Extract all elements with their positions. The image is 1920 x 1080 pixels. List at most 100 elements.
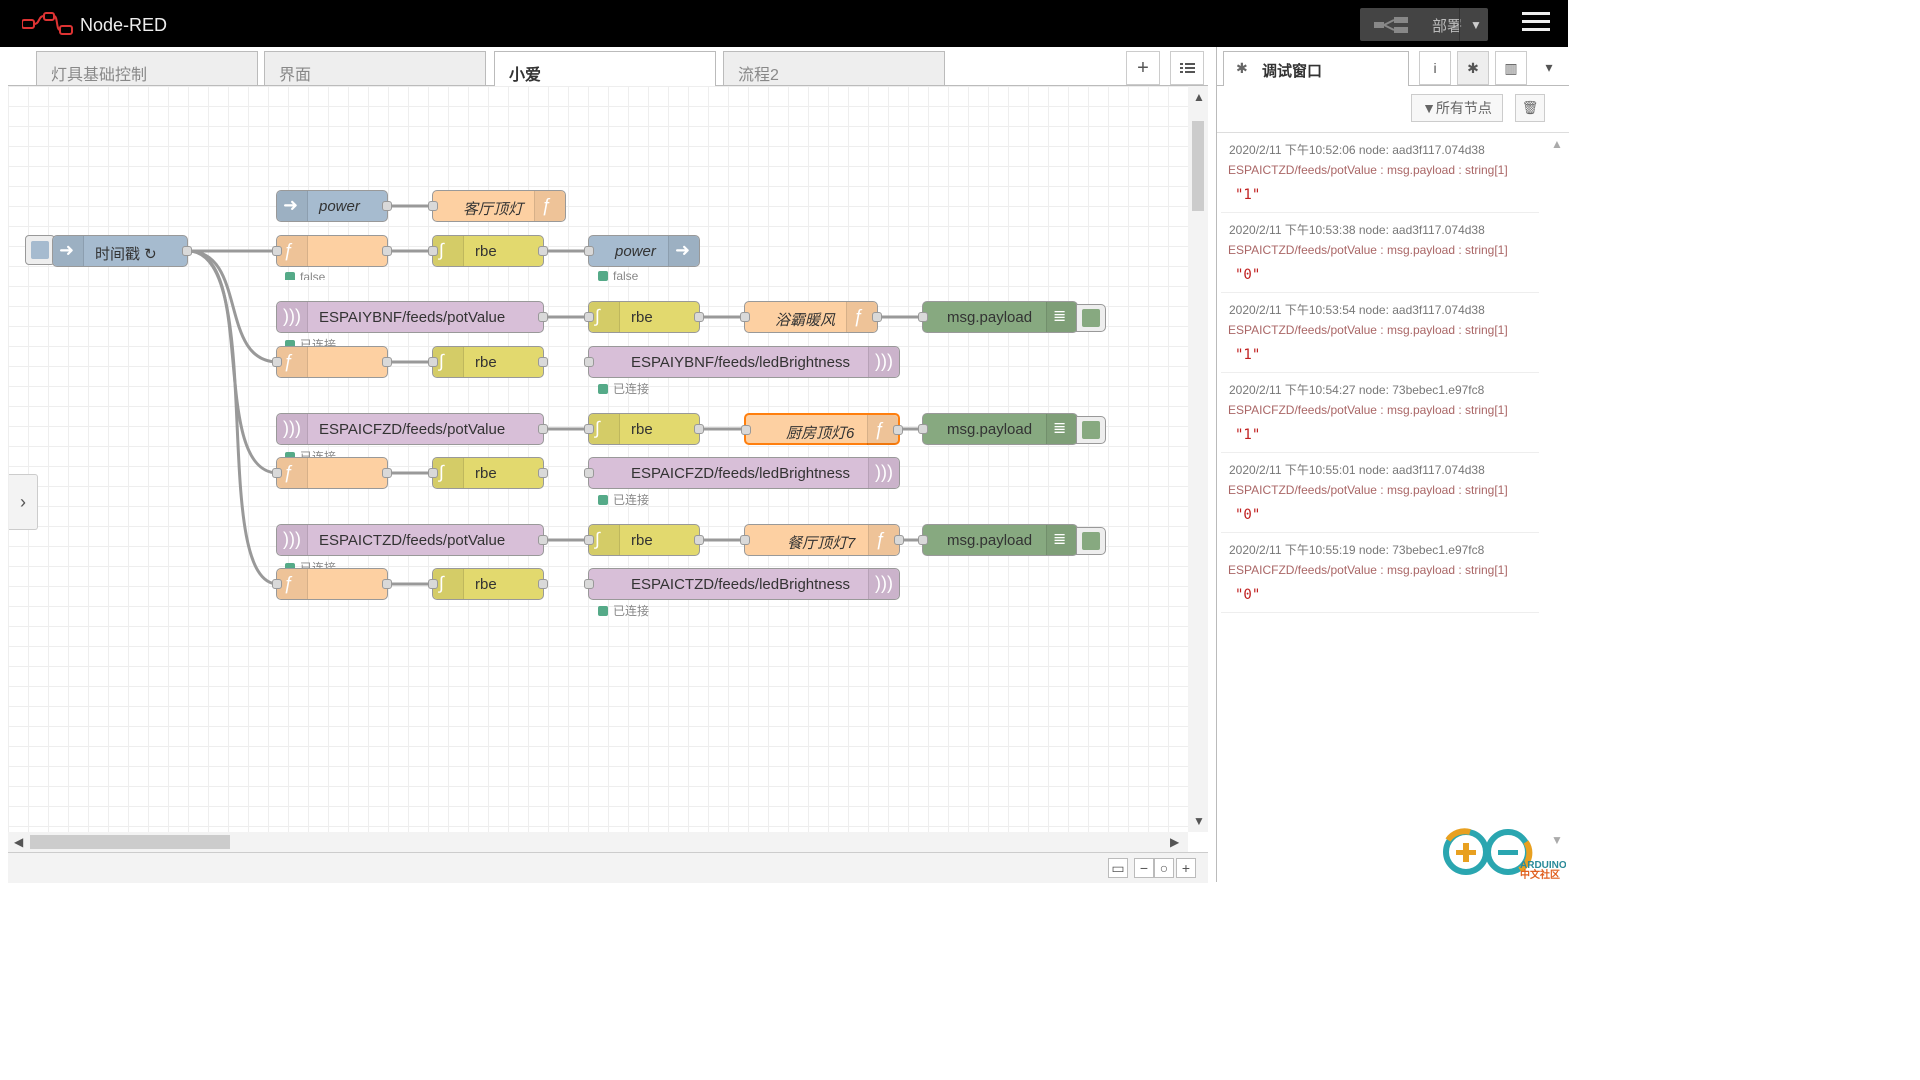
function-node-bath-heater[interactable]: 浴霸暖风 ƒ	[740, 301, 882, 333]
mqtt-out-cfzd-node[interactable]: ESPAICFZD/feeds/ledBrightness ))) 已连接	[584, 457, 900, 507]
input-port[interactable]	[918, 535, 928, 545]
input-port[interactable]	[918, 312, 928, 322]
debug-scrollbar[interactable]: ▲ ▼	[1547, 133, 1567, 853]
debug-message[interactable]: 2020/2/11 下午10:52:06 node: aad3f117.074d…	[1221, 133, 1539, 213]
output-port[interactable]	[538, 357, 548, 367]
debug-node-1[interactable]: msg.payload ≣	[918, 301, 1078, 333]
mqtt-in-cfzd-node[interactable]: ))) ESPAICFZD/feeds/potValue	[276, 413, 548, 445]
mqtt-out-ybnf-node[interactable]: ESPAIYBNF/feeds/ledBrightness ))) 已连接	[584, 346, 900, 396]
rbe-node-3[interactable]: ∫ rbe	[428, 346, 548, 378]
function-node-kitchen[interactable]: 厨房顶灯6 ƒ	[741, 413, 903, 445]
vertical-scrollbar[interactable]: ▲ ▼	[1188, 86, 1208, 832]
function-node-living-room[interactable]: 客厅顶灯 ƒ	[428, 190, 566, 222]
horizontal-scrollbar[interactable]: ◀ ▶	[8, 832, 1188, 852]
output-port[interactable]	[182, 246, 192, 256]
vertical-scroll-thumb[interactable]	[1192, 121, 1204, 211]
add-flow-icon[interactable]: +	[1126, 51, 1160, 85]
flow-canvas[interactable]: ➜ 时间戳 ↻ ➜ power 客厅顶灯 ƒ ƒ false ∫ rbe pow…	[8, 86, 1188, 832]
input-port[interactable]	[584, 468, 594, 478]
output-port[interactable]	[538, 468, 548, 478]
mqtt-out-ctzd-node[interactable]: ESPAICTZD/feeds/ledBrightness ))) 已连接	[584, 568, 900, 618]
tab-flow2[interactable]: 流程2	[723, 51, 945, 85]
scroll-down-icon[interactable]: ▼	[1193, 814, 1205, 828]
sidebar-menu-caret-icon[interactable]: ▾	[1533, 51, 1565, 85]
filter-all-nodes-button[interactable]: ▼所有节点	[1411, 94, 1503, 122]
output-port[interactable]	[538, 246, 548, 256]
output-port[interactable]	[872, 312, 882, 322]
debug-node-3[interactable]: msg.payload ≣	[918, 524, 1078, 556]
navigator-map-icon[interactable]: ▭	[1108, 858, 1128, 878]
output-port[interactable]	[382, 579, 392, 589]
tab-ui[interactable]: 界面	[264, 51, 486, 85]
deploy-options-caret-icon[interactable]: ▼	[1470, 18, 1482, 32]
input-port[interactable]	[584, 312, 594, 322]
zoom-in-icon[interactable]: +	[1176, 858, 1196, 878]
main-menu-button[interactable]	[1522, 12, 1550, 34]
input-port[interactable]	[740, 312, 750, 322]
inject-node-timestamp[interactable]: ➜ 时间戳 ↻	[52, 235, 192, 267]
tab-lighting-control[interactable]: 灯具基础控制	[36, 51, 258, 85]
link-in-power-node[interactable]: ➜ power	[276, 190, 392, 222]
input-port[interactable]	[272, 579, 282, 589]
input-port[interactable]	[428, 201, 438, 211]
output-port[interactable]	[538, 535, 548, 545]
input-port[interactable]	[584, 579, 594, 589]
debug-message[interactable]: 2020/2/11 下午10:55:01 node: aad3f117.074d…	[1221, 453, 1539, 533]
scroll-up-icon[interactable]: ▲	[1551, 137, 1563, 151]
debug-message[interactable]: 2020/2/11 下午10:55:19 node: 73bebec1.e97f…	[1221, 533, 1539, 613]
deploy-button[interactable]: 部署 ▼	[1360, 8, 1488, 41]
input-port[interactable]	[428, 579, 438, 589]
inject-trigger-button[interactable]	[25, 235, 55, 265]
debug-bug-icon[interactable]: ✱	[1457, 51, 1489, 85]
zoom-reset-icon[interactable]: ○	[1154, 858, 1174, 878]
list-flows-icon[interactable]	[1170, 51, 1204, 85]
debug-message[interactable]: 2020/2/11 下午10:53:38 node: aad3f117.074d…	[1221, 213, 1539, 293]
output-port[interactable]	[694, 424, 704, 434]
input-port[interactable]	[272, 357, 282, 367]
debug-node-2[interactable]: msg.payload ≣	[918, 413, 1078, 445]
function-node-4[interactable]: ƒ	[272, 568, 392, 600]
input-port[interactable]	[428, 246, 438, 256]
horizontal-scroll-thumb[interactable]	[30, 835, 230, 849]
rbe-node-5[interactable]: ∫ rbe	[428, 457, 548, 489]
rbe-node-4[interactable]: ∫ rbe	[584, 413, 704, 445]
output-port[interactable]	[538, 579, 548, 589]
input-port[interactable]	[584, 357, 594, 367]
input-port[interactable]	[584, 424, 594, 434]
debug-toggle-button[interactable]	[1076, 304, 1106, 332]
rbe-node-6[interactable]: ∫ rbe	[584, 524, 704, 556]
input-port[interactable]	[741, 425, 751, 435]
output-port[interactable]	[694, 535, 704, 545]
function-node-dining[interactable]: 餐厅顶灯7 ƒ	[740, 524, 904, 556]
input-port[interactable]	[428, 357, 438, 367]
mqtt-in-ybnf-node[interactable]: ))) ESPAIYBNF/feeds/potValue	[276, 301, 548, 333]
function-node-3[interactable]: ƒ	[272, 457, 392, 489]
input-port[interactable]	[584, 535, 594, 545]
input-port[interactable]	[740, 535, 750, 545]
dashboard-chart-icon[interactable]: ▥	[1495, 51, 1527, 85]
input-port[interactable]	[272, 468, 282, 478]
output-port[interactable]	[893, 425, 903, 435]
debug-toggle-button[interactable]	[1076, 527, 1106, 555]
output-port[interactable]	[538, 424, 548, 434]
rbe-node-1[interactable]: ∫ rbe	[428, 235, 548, 267]
rbe-node-7[interactable]: ∫ rbe	[428, 568, 548, 600]
link-out-power-node[interactable]: power ➜ false	[584, 235, 700, 283]
debug-message[interactable]: 2020/2/11 下午10:53:54 node: aad3f117.074d…	[1221, 293, 1539, 373]
input-port[interactable]	[428, 468, 438, 478]
output-port[interactable]	[382, 468, 392, 478]
input-port[interactable]	[272, 246, 282, 256]
palette-expand-chevron-icon[interactable]: ›	[9, 474, 38, 530]
tab-debug[interactable]: ✱ 调试窗口	[1223, 51, 1409, 86]
function-node-1[interactable]: ƒ	[272, 235, 392, 267]
scroll-right-icon[interactable]: ▶	[1170, 835, 1179, 849]
scroll-up-icon[interactable]: ▲	[1193, 90, 1205, 104]
scroll-left-icon[interactable]: ◀	[14, 835, 23, 849]
debug-message[interactable]: 2020/2/11 下午10:54:27 node: 73bebec1.e97f…	[1221, 373, 1539, 453]
input-port[interactable]	[584, 246, 594, 256]
output-port[interactable]	[894, 535, 904, 545]
output-port[interactable]	[694, 312, 704, 322]
output-port[interactable]	[382, 357, 392, 367]
zoom-out-icon[interactable]: −	[1134, 858, 1154, 878]
mqtt-in-ctzd-node[interactable]: ))) ESPAICTZD/feeds/potValue	[276, 524, 548, 556]
